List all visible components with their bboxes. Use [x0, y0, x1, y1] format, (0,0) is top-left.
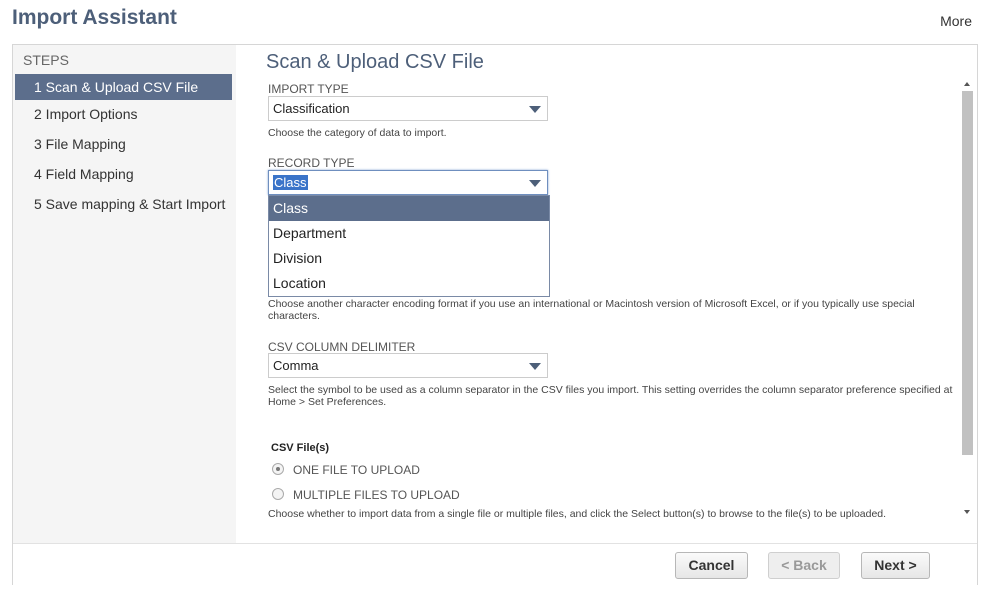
- radio-multiple-files[interactable]: MULTIPLE FILES TO UPLOAD: [272, 488, 460, 502]
- dropdown-option-division[interactable]: Division: [269, 246, 549, 271]
- encoding-help: Choose another character encoding format…: [268, 298, 915, 322]
- scrollbar-thumb[interactable]: [962, 91, 973, 455]
- scroll-down-icon[interactable]: [964, 510, 970, 514]
- steps-heading: STEPS: [23, 52, 69, 68]
- record-type-label: RECORD TYPE: [268, 156, 355, 170]
- dropdown-option-class[interactable]: Class: [269, 196, 549, 221]
- cancel-button[interactable]: Cancel: [675, 552, 748, 579]
- csv-files-help: Choose whether to import data from a sin…: [268, 508, 887, 520]
- steps-sidebar: STEPS 1 Scan & Upload CSV File 2 Import …: [13, 45, 236, 543]
- step-file-mapping[interactable]: 3 File Mapping: [15, 131, 232, 157]
- footer-bar: Cancel < Back Next >: [13, 543, 977, 586]
- back-button[interactable]: < Back: [768, 552, 840, 579]
- record-type-dropdown: Class Department Division Location: [268, 195, 550, 297]
- import-type-select[interactable]: Classification: [268, 96, 548, 121]
- page-title: Import Assistant: [12, 6, 177, 29]
- record-type-value: Class: [273, 175, 308, 190]
- chevron-down-icon: [529, 180, 541, 187]
- dropdown-option-location[interactable]: Location: [269, 271, 549, 296]
- radio-unchecked-icon[interactable]: [272, 488, 284, 500]
- radio-one-file[interactable]: ONE FILE TO UPLOAD: [272, 463, 420, 477]
- delimiter-select[interactable]: Comma: [268, 353, 548, 378]
- delimiter-value: Comma: [273, 358, 319, 373]
- import-type-value: Classification: [273, 101, 350, 116]
- scroll-up-icon[interactable]: [964, 82, 970, 86]
- step-import-options[interactable]: 2 Import Options: [15, 101, 232, 127]
- more-link[interactable]: More: [940, 13, 972, 29]
- chevron-down-icon: [529, 106, 541, 113]
- delimiter-help: Select the symbol to be used as a column…: [268, 384, 953, 408]
- dropdown-option-department[interactable]: Department: [269, 221, 549, 246]
- import-type-help: Choose the category of data to import.: [268, 127, 447, 139]
- import-assistant-panel: STEPS 1 Scan & Upload CSV File 2 Import …: [12, 44, 978, 586]
- radio-one-file-label: ONE FILE TO UPLOAD: [293, 463, 420, 477]
- section-title: Scan & Upload CSV File: [266, 51, 484, 73]
- step-scan-upload[interactable]: 1 Scan & Upload CSV File: [15, 74, 232, 100]
- radio-checked-icon[interactable]: [272, 463, 284, 475]
- step-save-mapping[interactable]: 5 Save mapping & Start Import: [15, 191, 232, 217]
- main-content: Scan & Upload CSV File IMPORT TYPE Class…: [236, 45, 977, 543]
- radio-multiple-files-label: MULTIPLE FILES TO UPLOAD: [293, 488, 460, 502]
- import-type-label: IMPORT TYPE: [268, 82, 349, 96]
- step-field-mapping[interactable]: 4 Field Mapping: [15, 161, 232, 187]
- record-type-select[interactable]: Class: [268, 170, 548, 195]
- delimiter-label: CSV COLUMN DELIMITER: [268, 340, 416, 354]
- chevron-down-icon: [529, 363, 541, 370]
- next-button[interactable]: Next >: [861, 552, 930, 579]
- csv-files-label: CSV File(s): [271, 442, 330, 454]
- vertical-scrollbar[interactable]: [960, 79, 975, 517]
